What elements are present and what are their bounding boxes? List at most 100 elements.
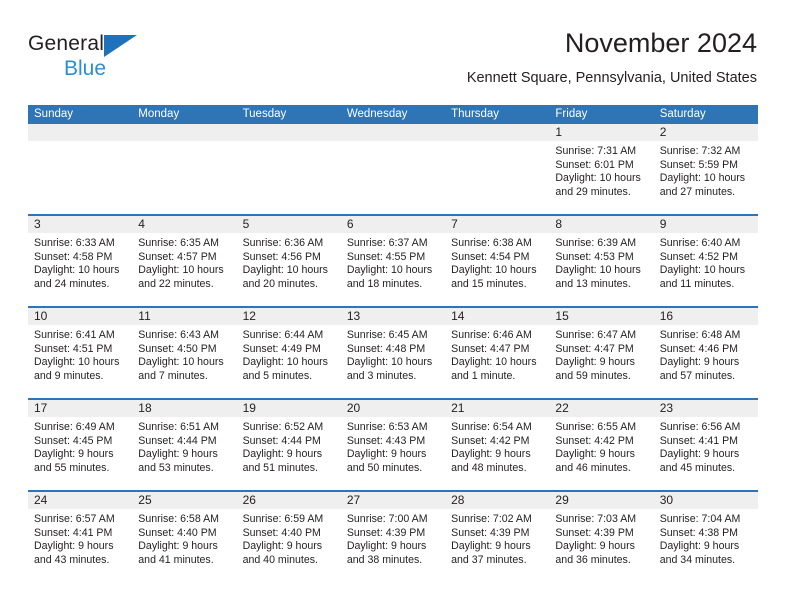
day-number[interactable]: 6 <box>341 216 445 233</box>
day-cell[interactable]: Sunrise: 6:54 AM Sunset: 4:42 PM Daylight:… <box>445 417 549 490</box>
day-number[interactable]: 5 <box>237 216 341 233</box>
title-block: November 2024 Kennett Square, Pennsylvan… <box>467 26 757 87</box>
day-cell[interactable]: Sunrise: 7:32 AM Sunset: 5:59 PM Daylight:… <box>654 141 758 214</box>
day-cell[interactable]: Sunrise: 6:39 AM Sunset: 4:53 PM Daylight:… <box>549 233 653 306</box>
day-cell[interactable]: Sunrise: 6:43 AM Sunset: 4:50 PM Daylight:… <box>132 325 236 398</box>
day-cell[interactable]: Sunrise: 6:35 AM Sunset: 4:57 PM Daylight:… <box>132 233 236 306</box>
day-number[interactable]: 23 <box>654 400 758 417</box>
day-cell[interactable]: Sunrise: 7:03 AM Sunset: 4:39 PM Daylight:… <box>549 509 653 582</box>
day-cell[interactable]: Sunrise: 6:48 AM Sunset: 4:46 PM Daylight:… <box>654 325 758 398</box>
daylight-text: Daylight: 10 hours and 9 minutes. <box>34 356 120 382</box>
day-number[interactable]: 13 <box>341 308 445 325</box>
day-number[interactable]: 26 <box>237 492 341 509</box>
sunrise-text: Sunrise: 6:59 AM <box>242 513 324 525</box>
day-cell[interactable]: Sunrise: 6:40 AM Sunset: 4:52 PM Daylight:… <box>654 233 758 306</box>
day-number[interactable]: 1 <box>549 124 653 141</box>
day-number[interactable]: 10 <box>28 308 132 325</box>
day-cell[interactable]: Sunrise: 6:33 AM Sunset: 4:58 PM Daylight:… <box>28 233 132 306</box>
day-number[interactable]: 22 <box>549 400 653 417</box>
daylight-text: Daylight: 9 hours and 50 minutes. <box>346 448 427 474</box>
sunrise-text: Sunrise: 7:04 AM <box>659 513 741 525</box>
sunrise-text: Sunrise: 6:39 AM <box>555 237 637 249</box>
day-cell[interactable]: Sunrise: 6:45 AM Sunset: 4:48 PM Daylight:… <box>341 325 445 398</box>
day-cell[interactable]: Sunrise: 6:53 AM Sunset: 4:43 PM Daylight:… <box>341 417 445 490</box>
daylight-text: Daylight: 10 hours and 15 minutes. <box>451 264 537 290</box>
sunrise-text: Sunrise: 6:54 AM <box>451 421 532 433</box>
sunset-text: Sunset: 4:39 PM <box>451 526 530 539</box>
weekday-header-friday: Friday <box>555 108 588 120</box>
day-number-empty <box>341 124 445 141</box>
sunrise-text: Sunrise: 6:53 AM <box>346 421 428 433</box>
sunset-text: Sunset: 4:41 PM <box>34 526 113 539</box>
sunrise-text: Sunrise: 7:31 AM <box>555 145 637 157</box>
day-cell[interactable]: Sunrise: 6:59 AM Sunset: 4:40 PM Daylight:… <box>237 509 341 582</box>
sunrise-text: Sunrise: 6:55 AM <box>555 421 637 433</box>
sunset-text: Sunset: 4:48 PM <box>346 342 426 355</box>
day-number[interactable]: 8 <box>549 216 653 233</box>
day-cell[interactable]: Sunrise: 7:04 AM Sunset: 4:38 PM Daylight:… <box>654 509 758 582</box>
day-number[interactable]: 9 <box>654 216 758 233</box>
day-cell[interactable]: Sunrise: 6:36 AM Sunset: 4:56 PM Daylight:… <box>237 233 341 306</box>
daylight-text: Daylight: 9 hours and 36 minutes. <box>555 540 635 566</box>
sunset-text: Sunset: 4:55 PM <box>346 250 426 263</box>
day-number-band: 24 25 26 27 28 29 30 <box>28 492 758 509</box>
day-number[interactable]: 19 <box>237 400 341 417</box>
day-cell-empty <box>28 141 132 214</box>
page-header: General Blue November 2024 Kennett Squar… <box>28 26 757 98</box>
day-cell[interactable]: Sunrise: 6:46 AM Sunset: 4:47 PM Daylight:… <box>445 325 549 398</box>
sunrise-text: Sunrise: 6:57 AM <box>34 513 115 525</box>
day-number[interactable]: 11 <box>132 308 236 325</box>
day-number[interactable]: 16 <box>654 308 758 325</box>
day-number[interactable]: 21 <box>445 400 549 417</box>
day-number[interactable]: 18 <box>132 400 236 417</box>
weekday-header-thursday: Thursday <box>451 108 500 120</box>
day-number[interactable]: 2 <box>654 124 758 141</box>
day-number[interactable]: 28 <box>445 492 549 509</box>
day-cell[interactable]: Sunrise: 6:51 AM Sunset: 4:44 PM Daylight:… <box>132 417 236 490</box>
day-number[interactable]: 27 <box>341 492 445 509</box>
day-cell-empty <box>341 141 445 214</box>
day-number[interactable]: 17 <box>28 400 132 417</box>
day-number-band: 17 18 19 20 21 22 23 <box>28 400 758 417</box>
daylight-text: Daylight: 9 hours and 55 minutes. <box>34 448 114 474</box>
day-number[interactable]: 15 <box>549 308 653 325</box>
day-cell[interactable]: Sunrise: 6:44 AM Sunset: 4:49 PM Daylight:… <box>237 325 341 398</box>
day-cell[interactable]: Sunrise: 6:58 AM Sunset: 4:40 PM Daylight:… <box>132 509 236 582</box>
day-cell[interactable]: Sunrise: 6:55 AM Sunset: 4:42 PM Daylight:… <box>549 417 653 490</box>
day-number[interactable]: 7 <box>445 216 549 233</box>
day-cell[interactable]: Sunrise: 6:49 AM Sunset: 4:45 PM Daylight:… <box>28 417 132 490</box>
sunrise-text: Sunrise: 6:48 AM <box>659 329 741 341</box>
day-number[interactable]: 25 <box>132 492 236 509</box>
calendar-week-row: 24 25 26 27 28 29 30 Sunrise: 6:57 AM Sunset: 4:… <box>28 490 758 582</box>
sunset-text: Sunset: 4:39 PM <box>346 526 426 539</box>
weekday-header-row: Sunday Monday Tuesday Wednesday Thursday… <box>28 105 758 124</box>
calendar-page: General Blue November 2024 Kennett Squar… <box>0 0 792 612</box>
day-number[interactable]: 4 <box>132 216 236 233</box>
daylight-text: Daylight: 9 hours and 38 minutes. <box>346 540 427 566</box>
day-number[interactable]: 12 <box>237 308 341 325</box>
day-number[interactable]: 20 <box>341 400 445 417</box>
daylight-text: Daylight: 10 hours and 20 minutes. <box>242 264 328 290</box>
day-number[interactable]: 30 <box>654 492 758 509</box>
day-number-empty <box>28 124 132 141</box>
day-cell[interactable]: Sunrise: 6:37 AM Sunset: 4:55 PM Daylight:… <box>341 233 445 306</box>
day-cell[interactable]: Sunrise: 6:41 AM Sunset: 4:51 PM Daylight:… <box>28 325 132 398</box>
day-cell[interactable]: Sunrise: 6:47 AM Sunset: 4:47 PM Daylight:… <box>549 325 653 398</box>
day-cell[interactable]: Sunrise: 7:00 AM Sunset: 4:39 PM Daylight:… <box>341 509 445 582</box>
day-cell[interactable]: Sunrise: 6:52 AM Sunset: 4:44 PM Daylight:… <box>237 417 341 490</box>
day-detail-row: Sunrise: 6:41 AM Sunset: 4:51 PM Daylight:… <box>28 325 758 398</box>
logo-triangle-icon <box>104 35 137 57</box>
day-number[interactable]: 3 <box>28 216 132 233</box>
day-cell[interactable]: Sunrise: 7:02 AM Sunset: 4:39 PM Daylight:… <box>445 509 549 582</box>
sunset-text: Sunset: 4:47 PM <box>555 342 634 355</box>
day-number[interactable]: 24 <box>28 492 132 509</box>
day-cell[interactable]: Sunrise: 6:57 AM Sunset: 4:41 PM Daylight:… <box>28 509 132 582</box>
day-cell[interactable]: Sunrise: 6:38 AM Sunset: 4:54 PM Daylight:… <box>445 233 549 306</box>
day-cell[interactable]: Sunrise: 6:56 AM Sunset: 4:41 PM Daylight:… <box>654 417 758 490</box>
day-cell[interactable]: Sunrise: 7:31 AM Sunset: 6:01 PM Daylight:… <box>549 141 653 214</box>
daylight-text: Daylight: 9 hours and 43 minutes. <box>34 540 114 566</box>
day-number[interactable]: 14 <box>445 308 549 325</box>
day-number[interactable]: 29 <box>549 492 653 509</box>
day-detail-row: Sunrise: 6:57 AM Sunset: 4:41 PM Daylight:… <box>28 509 758 582</box>
day-detail-row: Sunrise: 7:31 AM Sunset: 6:01 PM Daylight:… <box>28 141 758 214</box>
